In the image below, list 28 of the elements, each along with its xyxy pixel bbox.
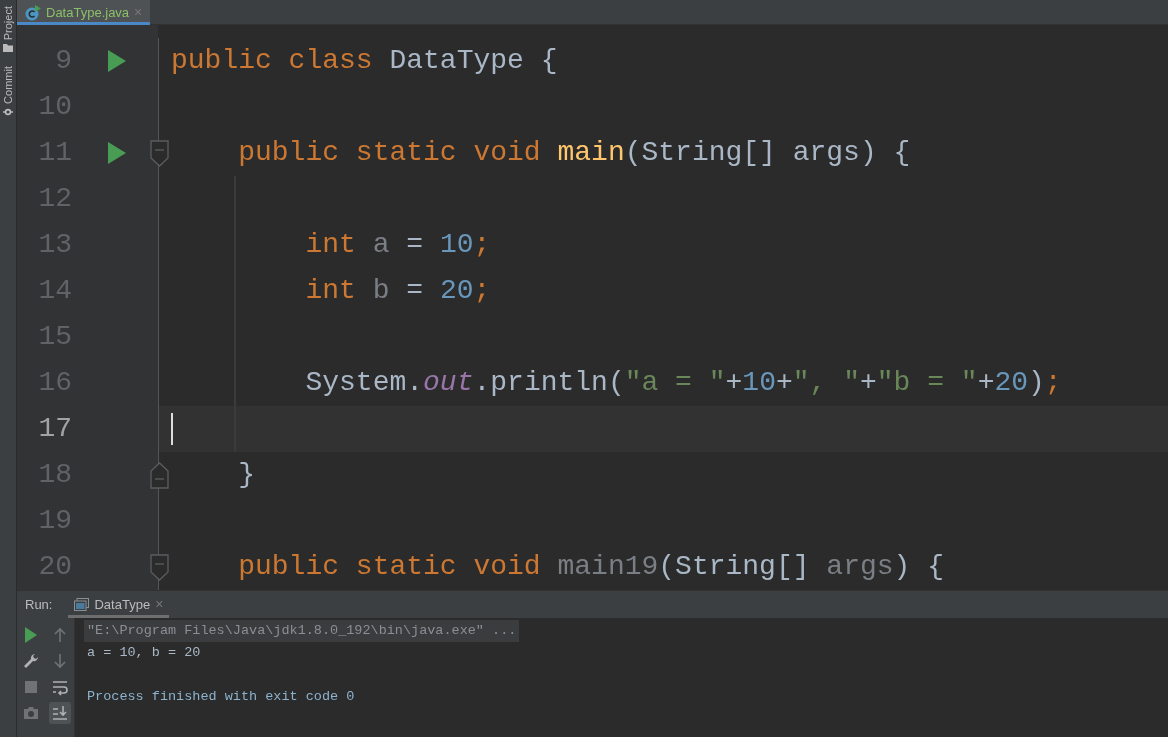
fold-marker[interactable] xyxy=(149,461,169,489)
tab-label: DataType.java xyxy=(46,3,130,22)
fold-marker[interactable] xyxy=(149,139,169,167)
run-tab[interactable]: DataType × xyxy=(68,591,170,618)
panel-label: Run: xyxy=(25,595,53,614)
tool-window-button[interactable]: Project xyxy=(0,0,16,61)
code-line: public static void main19(String[] args) { xyxy=(237,550,944,584)
console-line: a = 10, b = 20 xyxy=(86,644,202,662)
scroll-to-end-button[interactable] xyxy=(48,702,71,724)
console-line: Process finished with exit code 0 xyxy=(86,688,356,706)
tab-label: DataType xyxy=(94,595,151,614)
java-class-icon xyxy=(25,4,41,21)
tool-window-button[interactable]: Commit xyxy=(0,60,16,126)
commit-icon xyxy=(3,107,13,118)
code-line: public class DataType { xyxy=(171,44,558,78)
fold-marker[interactable] xyxy=(149,553,169,581)
file-tab[interactable]: DataType.java × xyxy=(17,0,151,25)
code-line: public static void main(String[] args) { xyxy=(237,136,911,170)
text-caret xyxy=(171,413,173,445)
console-icon xyxy=(74,598,90,611)
folder-icon xyxy=(3,43,13,53)
run-icon[interactable] xyxy=(108,50,126,72)
code-line: System.out.println("a = "+10+", "+"b = "+20); xyxy=(304,366,1062,400)
code-line: int a = 10; xyxy=(304,228,491,262)
line-number: 17 xyxy=(37,412,72,446)
code-line: int b = 20; xyxy=(304,274,491,308)
run-icon[interactable] xyxy=(108,142,126,164)
code-line: } xyxy=(237,458,255,492)
